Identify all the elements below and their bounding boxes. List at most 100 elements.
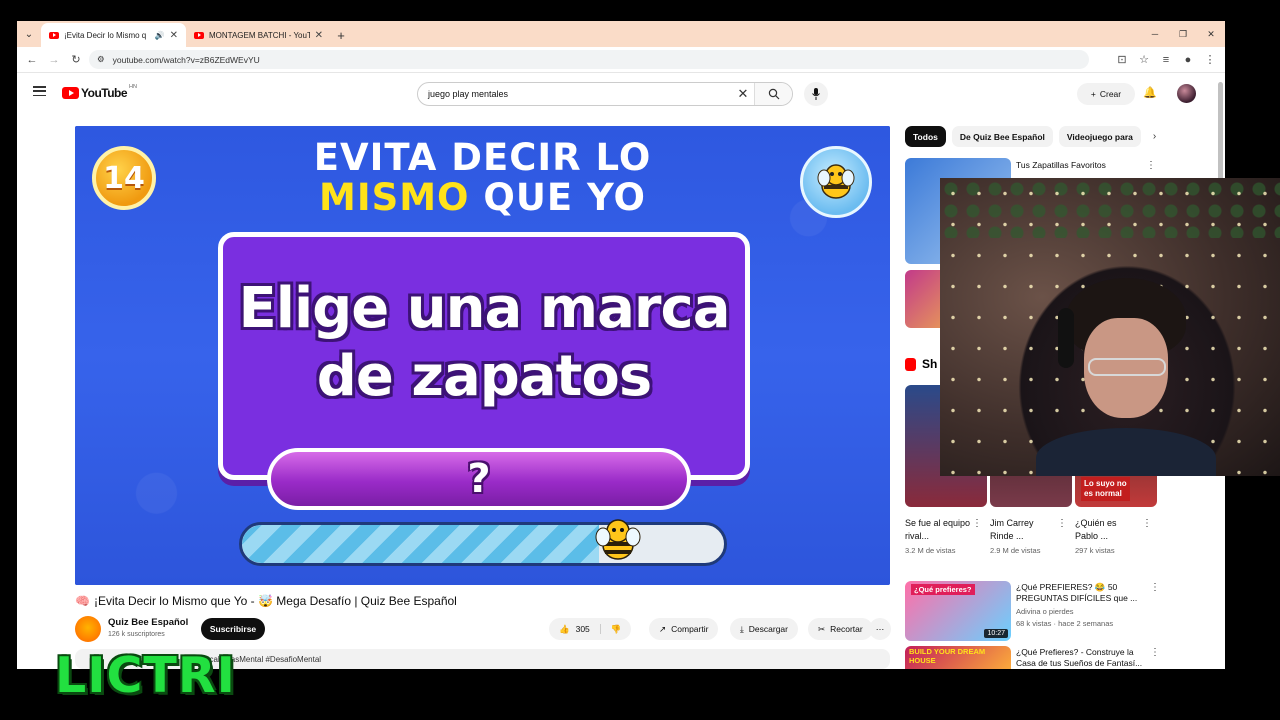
like-thumbs-up-icon[interactable]: 👍: [559, 624, 576, 635]
tab-title: ¡Evita Decir lo Mismo q: [64, 30, 147, 40]
timer-bar: [239, 522, 727, 566]
clip-label: Recortar: [830, 624, 863, 634]
minimize-icon[interactable]: ─: [1141, 29, 1169, 39]
recommended-title[interactable]: ¿Qué Prefieres? - Construye la Casa de t…: [1016, 647, 1146, 669]
glasses-icon: [1088, 358, 1166, 376]
new-tab-button[interactable]: +: [331, 23, 351, 47]
video-headline-line1: EVITA DECIR LO: [313, 136, 652, 179]
timer-bee-icon: [590, 511, 646, 567]
download-button[interactable]: ⤓ Descargar: [730, 618, 798, 640]
thumbnail-overlay-text: ¿Qué prefieres?: [911, 584, 975, 595]
back-icon[interactable]: ←: [23, 51, 41, 69]
toolbar-right: ⊡ ☆ ≡ ● ⋮: [1113, 51, 1225, 69]
more-options-icon[interactable]: ⋮: [972, 518, 982, 529]
headline-que-yo: QUE YO: [483, 176, 646, 219]
more-actions-button[interactable]: ⋯: [869, 618, 891, 640]
guide-menu-icon[interactable]: [33, 86, 46, 96]
shorts-logo-icon: [905, 357, 916, 371]
speaker-icon[interactable]: 🔊: [155, 31, 165, 40]
recommended-title[interactable]: ¿Qué PREFIERES? 😂 50 PREGUNTAS DIFÍCILES…: [1016, 582, 1146, 604]
navigation-bar: ← → ↻ ⚙ youtube.com/watch?v=zB6ZEdWEvYU …: [17, 47, 1225, 73]
more-options-icon[interactable]: ⋮: [1057, 518, 1067, 529]
recommendation-chips: Todos De Quiz Bee Español Videojuego par…: [905, 126, 1156, 147]
answer-placeholder: ?: [467, 456, 491, 502]
tab-search-button[interactable]: ⌄: [17, 21, 41, 47]
notifications-bell-icon[interactable]: 🔔: [1143, 86, 1157, 99]
question-text: Elige una marca de zapatos: [223, 275, 745, 411]
answer-bar: ?: [267, 448, 691, 510]
streamer-watermark: LICTRI: [55, 647, 236, 704]
clear-search-icon[interactable]: ✕: [732, 86, 754, 102]
tab-active[interactable]: ¡Evita Decir lo Mismo q 🔊 ✕: [41, 23, 186, 47]
recommended-thumbnail[interactable]: BUILD YOUR DREAM HOUSE: [905, 646, 1011, 669]
short-views: 3.2 M de vistas: [905, 546, 956, 555]
shorts-header: Sh: [905, 357, 937, 371]
video-player[interactable]: EVITA DECIR LO MISMO QUE YO 14 Elige una…: [75, 126, 890, 585]
restore-icon[interactable]: ❐: [1169, 29, 1197, 40]
video-headline-line2: MISMO QUE YO: [75, 176, 890, 219]
account-avatar[interactable]: [1177, 84, 1196, 103]
more-options-icon[interactable]: ⋮: [1150, 582, 1160, 593]
bookmark-star-icon[interactable]: ☆: [1135, 51, 1153, 69]
create-button[interactable]: + Crear: [1077, 83, 1135, 105]
extensions-icon[interactable]: ≡: [1157, 51, 1175, 69]
close-tab-icon[interactable]: ✕: [315, 30, 323, 41]
subscribe-button[interactable]: Suscribirse: [201, 618, 265, 640]
forward-icon[interactable]: →: [45, 51, 63, 69]
short-title[interactable]: Jim Carrey Rinde ...: [990, 517, 1056, 543]
close-tab-icon[interactable]: ✕: [170, 30, 178, 41]
share-label: Compartir: [671, 624, 709, 634]
microphone-icon: [812, 88, 820, 100]
youtube-play-icon: [62, 87, 79, 99]
share-button[interactable]: ↗ Compartir: [649, 618, 719, 640]
title-emoji: 🧠: [75, 594, 90, 608]
headset-icon: [1058, 308, 1074, 368]
like-dislike-group: 👍 305 👎: [549, 618, 632, 640]
chevron-right-icon[interactable]: ›: [1147, 131, 1156, 142]
site-info-icon[interactable]: ⚙: [97, 54, 105, 65]
youtube-logo[interactable]: YouTube HN: [62, 84, 137, 100]
url-text: youtube.com/watch?v=zB6ZEdWEvYU: [112, 54, 260, 65]
menu-kebab-icon[interactable]: ⋮: [1201, 51, 1219, 69]
channel-avatar[interactable]: [75, 616, 101, 642]
clip-button[interactable]: ✂ Recortar: [808, 618, 873, 640]
more-options-icon[interactable]: ⋮: [1150, 647, 1160, 658]
video-title-text: ¡Evita Decir lo Mismo que Yo - 🤯 Mega De…: [93, 594, 457, 608]
short-views: 297 k vistas: [1075, 546, 1115, 555]
install-icon[interactable]: ⊡: [1113, 51, 1131, 69]
search-button[interactable]: [754, 83, 792, 105]
search-icon: [768, 88, 779, 100]
tab-inactive[interactable]: MONTAGEM BATCHI - YouTube ✕: [186, 23, 331, 47]
more-options-icon[interactable]: ⋮: [1142, 518, 1152, 529]
channel-name[interactable]: Quiz Bee Español: [108, 617, 188, 628]
thumbnail-overlay-text: BUILD YOUR DREAM HOUSE: [909, 647, 986, 665]
close-window-icon[interactable]: ✕: [1197, 29, 1225, 40]
dislike-thumbs-down-icon[interactable]: 👎: [601, 624, 632, 635]
like-count[interactable]: 305: [576, 624, 601, 634]
recommended-thumbnail[interactable]: ¿Qué prefieres? 10:27: [905, 581, 1011, 641]
short-title[interactable]: Se fue al equipo rival...: [905, 517, 971, 543]
search-input[interactable]: juego play mentales: [418, 89, 732, 99]
short-views: 2.9 M de vistas: [990, 546, 1041, 555]
chip-todos[interactable]: Todos: [905, 126, 946, 147]
reload-icon[interactable]: ↻: [67, 51, 85, 69]
more-horizontal-icon: ⋯: [875, 623, 885, 634]
question-line2: de zapatos: [316, 344, 652, 409]
address-bar[interactable]: ⚙ youtube.com/watch?v=zB6ZEdWEvYU: [89, 50, 1089, 69]
bee-mascot-badge: [800, 146, 872, 218]
video-duration: 10:27: [984, 629, 1008, 638]
recommended-channel[interactable]: Adivina o pierdes: [1016, 607, 1074, 617]
recommended-title[interactable]: Tus Zapatillas Favoritos: [1016, 160, 1136, 171]
more-options-icon[interactable]: ⋮: [1146, 160, 1156, 171]
chip-videogame[interactable]: Videojuego para: [1058, 126, 1141, 147]
profile-icon[interactable]: ●: [1179, 51, 1197, 69]
question-line1: Elige una marca: [238, 276, 731, 341]
voice-search-button[interactable]: [804, 82, 828, 106]
question-card: Elige una marca de zapatos: [218, 232, 750, 480]
plus-icon: +: [1090, 89, 1096, 99]
timer-fill: [242, 525, 599, 563]
shorts-label: Sh: [922, 357, 938, 371]
logo-wordmark: YouTube: [81, 86, 128, 100]
chip-from-channel[interactable]: De Quiz Bee Español: [951, 126, 1053, 147]
short-title[interactable]: ¿Quién es Pablo ...: [1075, 517, 1141, 543]
